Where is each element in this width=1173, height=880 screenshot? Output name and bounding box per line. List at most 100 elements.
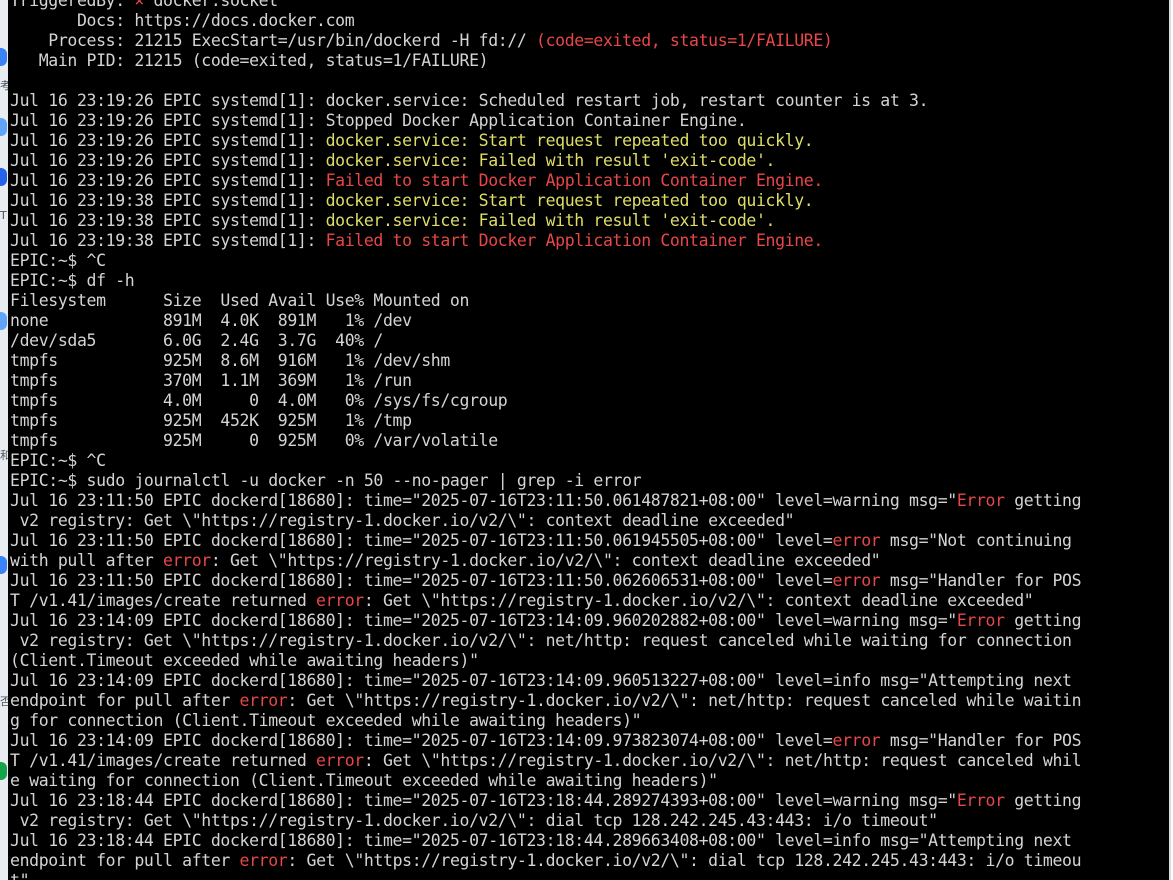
terminal-text: Filesystem Size Used Avail Use% Mounted … — [10, 291, 470, 310]
warning-text: docker.service: Start request repeated t… — [325, 191, 814, 210]
error-text: Error — [956, 491, 1005, 510]
app-icon[interactable] — [0, 762, 7, 780]
terminal-line: EPIC:~$ sudo journalctl -u docker -n 50 … — [10, 471, 1081, 491]
terminal-text: Jul 16 23:11:50 EPIC dockerd[18680]: tim… — [10, 571, 833, 590]
terminal-text: Process: 21215 ExecStart=/usr/bin/docker… — [10, 31, 537, 50]
error-text: error — [239, 851, 288, 870]
terminal-text: tmpfs 925M 452K 925M 1% /tmp — [10, 411, 412, 430]
terminal-window: 考 T 和 否 TriggeredBy: × docker.socket Doc… — [0, 0, 1173, 880]
terminal-text: Jul 16 23:19:26 EPIC systemd[1]: — [10, 171, 326, 190]
terminal-text: EPIC:~$ ^C — [10, 451, 106, 470]
terminal-line: e waiting for connection (Client.Timeout… — [10, 771, 1081, 791]
terminal-line: v2 registry: Get \"https://registry-1.do… — [10, 631, 1081, 651]
terminal-line: v2 registry: Get \"https://registry-1.do… — [10, 511, 1081, 531]
terminal-output[interactable]: TriggeredBy: × docker.socket Docs: https… — [8, 0, 1171, 880]
terminal-text: tmpfs 370M 1.1M 369M 1% /run — [10, 371, 412, 390]
terminal-text: Jul 16 23:19:38 EPIC systemd[1]: — [10, 191, 326, 210]
app-icon[interactable] — [0, 312, 7, 330]
terminal-text: Jul 16 23:19:26 EPIC systemd[1]: Stopped… — [10, 111, 747, 130]
terminal-text: v2 registry: Get \"https://registry-1.do… — [10, 631, 1072, 650]
terminal-line: EPIC:~$ df -h — [10, 271, 1081, 291]
terminal-text: e waiting for connection (Client.Timeout… — [10, 771, 718, 790]
terminal-line: Jul 16 23:14:09 EPIC dockerd[18680]: tim… — [10, 671, 1081, 691]
terminal-line: tmpfs 925M 0 925M 0% /var/volatile — [10, 431, 1081, 451]
error-text: error — [163, 551, 211, 570]
strip-text: 和 — [0, 449, 8, 462]
app-icon[interactable] — [0, 118, 7, 136]
terminal-text: docker.socket — [153, 0, 278, 10]
terminal-line: Process: 21215 ExecStart=/usr/bin/docker… — [10, 31, 1081, 51]
terminal-line: tmpfs 925M 452K 925M 1% /tmp — [10, 411, 1081, 431]
terminal-line: Jul 16 23:11:50 EPIC dockerd[18680]: tim… — [10, 491, 1082, 511]
error-text: Error — [956, 791, 1005, 810]
terminal-line: Jul 16 23:19:38 EPIC systemd[1]: Failed … — [10, 231, 1081, 251]
terminal-text: getting — [1004, 611, 1082, 630]
terminal-line: EPIC:~$ ^C — [10, 451, 1081, 471]
terminal-text: endpoint for pull after — [10, 691, 240, 710]
terminal-text: Jul 16 23:14:09 EPIC dockerd[18680]: tim… — [10, 671, 1072, 690]
terminal-text: : Get \"https://registry-1.docker.io/v2/… — [363, 591, 1034, 610]
terminal-text: T /v1.41/images/create returned — [10, 751, 317, 770]
terminal-line: Jul 16 23:18:44 EPIC dockerd[18680]: tim… — [10, 791, 1082, 811]
terminal-line: (Client.Timeout exceeded while awaiting … — [10, 651, 1081, 671]
terminal-text: : Get \"https://registry-1.docker.io/v2/… — [363, 751, 1082, 770]
terminal-text: EPIC:~$ df -h — [10, 271, 135, 290]
terminal-line: Jul 16 23:19:26 EPIC systemd[1]: Stopped… — [10, 111, 1081, 131]
error-text: error — [832, 731, 881, 750]
error-text: Failed to start Docker Application Conta… — [325, 171, 824, 190]
terminal-line: Filesystem Size Used Avail Use% Mounted … — [10, 291, 1081, 311]
terminal-text: Jul 16 23:11:50 EPIC dockerd[18680]: tim… — [10, 491, 957, 510]
terminal-line: EPIC:~$ ^C — [10, 251, 1081, 271]
terminal-text: tmpfs 4.0M 0 4.0M 0% /sys/fs/cgroup — [10, 391, 508, 410]
terminal-text: tmpfs 925M 0 925M 0% /var/volatile — [10, 431, 498, 450]
terminal-text: Jul 16 23:19:26 EPIC systemd[1]: — [10, 151, 326, 170]
terminal-line: TriggeredBy: × docker.socket — [10, 0, 1081, 11]
terminal-line: v2 registry: Get \"https://registry-1.do… — [10, 811, 1081, 831]
warning-text: docker.service: Start request repeated t… — [325, 131, 814, 150]
terminal-line: t" — [10, 871, 1081, 880]
error-text: error — [239, 691, 288, 710]
terminal-text: Jul 16 23:18:44 EPIC dockerd[18680]: tim… — [10, 831, 1072, 850]
terminal-text: t" — [10, 871, 30, 880]
terminal-lines: TriggeredBy: × docker.socket Docs: https… — [10, 0, 1082, 880]
terminal-text: g for connection (Client.Timeout exceede… — [10, 711, 642, 730]
app-icon[interactable] — [0, 48, 7, 66]
terminal-line: Jul 16 23:11:50 EPIC dockerd[18680]: tim… — [10, 531, 1081, 551]
terminal-line: tmpfs 925M 8.6M 916M 1% /dev/shm — [10, 351, 1081, 371]
error-text: Error — [956, 611, 1005, 630]
app-icon[interactable] — [0, 556, 7, 574]
terminal-text: Jul 16 23:19:38 EPIC systemd[1]: — [10, 231, 326, 250]
terminal-text: msg="Not continuing — [880, 531, 1072, 550]
terminal-line: T /v1.41/images/create returned error: G… — [10, 591, 1081, 611]
scrollbar[interactable] — [1169, 0, 1171, 880]
terminal-text: : Get \"https://registry-1.docker.io/v2/… — [287, 851, 1082, 870]
error-text: × — [134, 0, 154, 10]
terminal-text: getting — [1004, 791, 1082, 810]
terminal-line: Main PID: 21215 (code=exited, status=1/F… — [10, 51, 1081, 71]
terminal-text: Jul 16 23:19:38 EPIC systemd[1]: — [10, 211, 326, 230]
terminal-text: endpoint for pull after — [10, 851, 240, 870]
terminal-text: T /v1.41/images/create returned — [10, 591, 317, 610]
strip-text: 否 — [0, 695, 8, 708]
strip-text: T — [0, 209, 7, 222]
error-text: error — [832, 531, 881, 550]
terminal-line: Jul 16 23:19:26 EPIC systemd[1]: docker.… — [10, 91, 1081, 111]
terminal-text: msg="Handler for POS — [880, 571, 1082, 590]
error-text: Failed to start Docker Application Conta… — [325, 231, 824, 250]
background-window-strip: 考 T 和 否 — [0, 0, 8, 880]
terminal-line: /dev/sda5 6.0G 2.4G 3.7G 40% / — [10, 331, 1081, 351]
terminal-line: Jul 16 23:14:09 EPIC dockerd[18680]: tim… — [10, 731, 1082, 751]
terminal-line: endpoint for pull after error: Get \"htt… — [10, 851, 1082, 871]
terminal-text: TriggeredBy: — [10, 0, 135, 10]
terminal-line: T /v1.41/images/create returned error: G… — [10, 751, 1082, 771]
error-text: error — [316, 591, 364, 610]
terminal-line: Jul 16 23:19:26 EPIC systemd[1]: docker.… — [10, 131, 1081, 151]
terminal-text: tmpfs 925M 8.6M 916M 1% /dev/shm — [10, 351, 450, 370]
warning-text: docker.service: Failed with result 'exit… — [325, 151, 776, 170]
app-icon[interactable] — [0, 168, 7, 186]
warning-text: docker.service: Failed with result 'exit… — [325, 211, 776, 230]
terminal-line: none 891M 4.0K 891M 1% /dev — [10, 311, 1081, 331]
terminal-text: getting — [1004, 491, 1082, 510]
terminal-text: EPIC:~$ sudo journalctl -u docker -n 50 … — [10, 471, 642, 490]
